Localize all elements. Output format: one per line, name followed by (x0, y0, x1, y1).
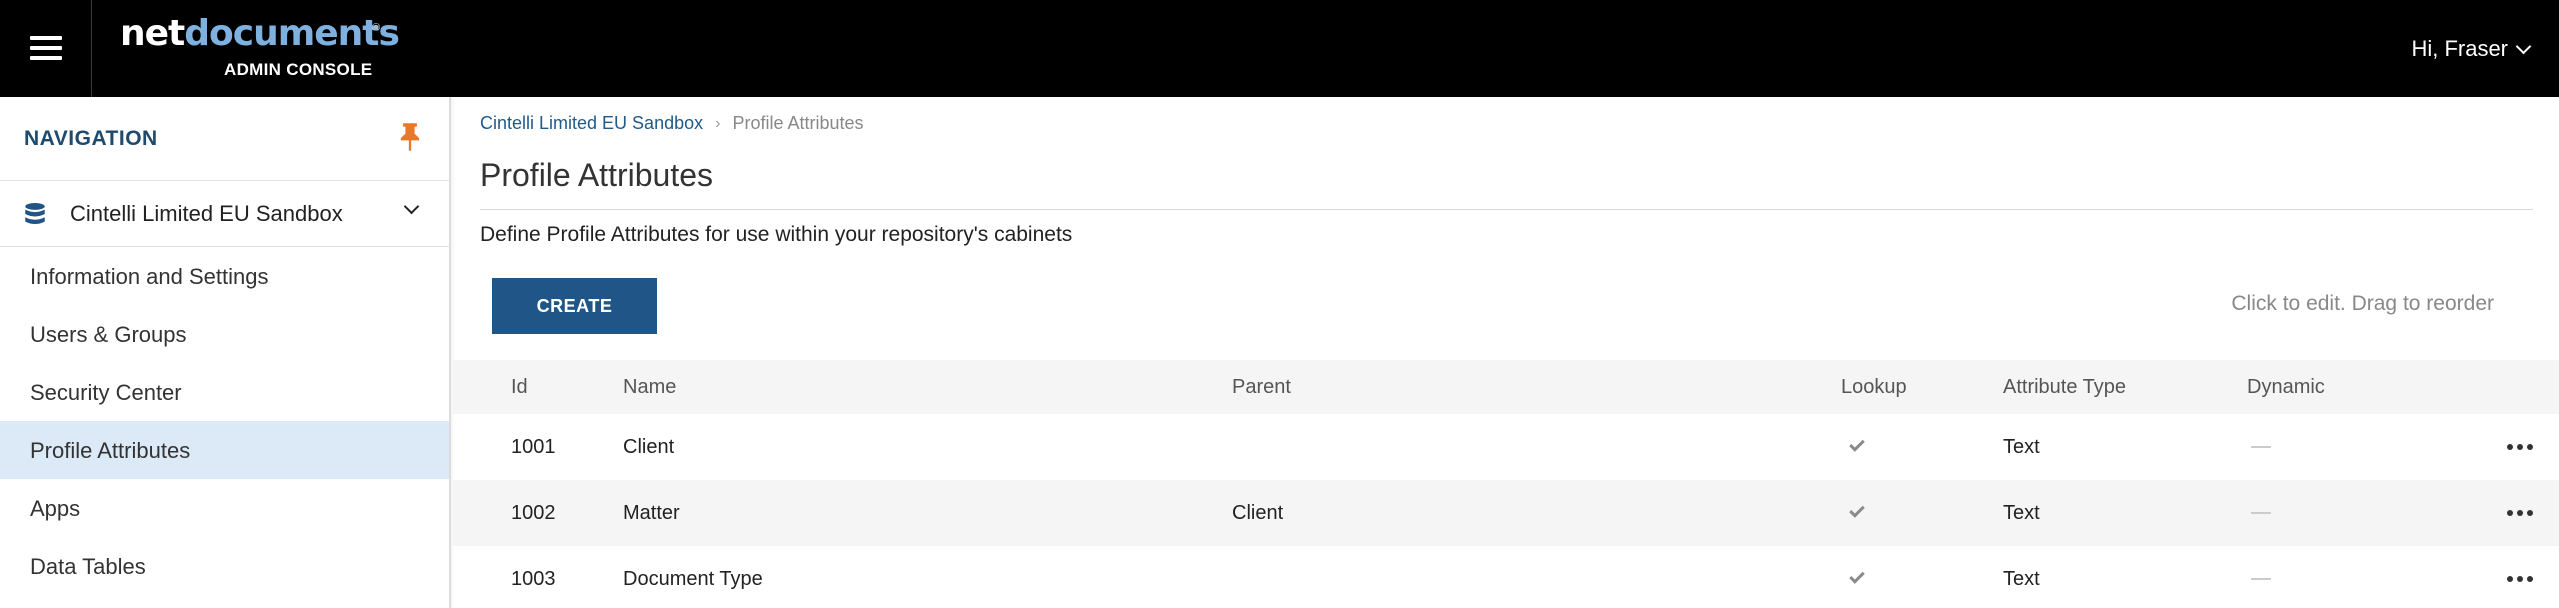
table-row[interactable]: 1003 Document Type Text (453, 546, 2559, 608)
navigation-title: NAVIGATION (24, 127, 158, 150)
page-description: Define Profile Attributes for use within… (480, 223, 1073, 246)
more-horizontal-icon[interactable] (2501, 504, 2539, 522)
user-menu[interactable]: Hi, Fraser (2411, 36, 2532, 62)
column-header-name[interactable]: Name (623, 360, 676, 414)
check-icon (1849, 436, 1865, 452)
row-actions (2501, 414, 2539, 480)
more-horizontal-icon[interactable] (2501, 438, 2539, 456)
logo-registered-mark: ® (372, 22, 381, 34)
sidebar-item-label: Data Tables (30, 554, 146, 579)
table-row[interactable]: 1002 Matter Client Text (453, 480, 2559, 546)
sidebar-item-users-groups[interactable]: Users & Groups (0, 305, 449, 363)
logo-text-net: net (120, 13, 185, 54)
sidebar-item-profile-attributes[interactable]: Profile Attributes (0, 421, 449, 479)
row-actions (2501, 546, 2539, 608)
row-actions (2501, 480, 2539, 546)
create-button[interactable]: CREATE (492, 278, 657, 334)
cell-id: 1002 (511, 501, 556, 524)
table-hint: Click to edit. Drag to reorder (2231, 292, 2494, 315)
breadcrumb-separator: › (715, 114, 721, 132)
sidebar-item-label: Information and Settings (30, 264, 269, 289)
main-content: Cintelli Limited EU Sandbox › Profile At… (453, 97, 2559, 608)
cell-dynamic (2247, 546, 2271, 608)
column-header-dynamic[interactable]: Dynamic (2247, 360, 2325, 414)
logo-text-documents: documents (184, 13, 400, 54)
database-icon (25, 202, 45, 225)
cell-lookup (1841, 414, 1865, 480)
column-header-lookup[interactable]: Lookup (1841, 360, 1907, 414)
column-header-parent[interactable]: Parent (1232, 360, 1291, 414)
cell-attribute-type: Text (2003, 501, 2040, 524)
title-divider (480, 209, 2533, 210)
profile-attributes-table: Id Name Parent Lookup Attribute Type Dyn… (453, 360, 2559, 608)
top-bar: netdocuments ® ADMIN CONSOLE Hi, Fraser (0, 0, 2559, 97)
breadcrumb-root-link[interactable]: Cintelli Limited EU Sandbox (480, 113, 703, 134)
check-icon (1849, 568, 1865, 584)
cell-attribute-type: Text (2003, 567, 2040, 590)
repository-selector[interactable]: Cintelli Limited EU Sandbox (0, 181, 449, 247)
user-greeting: Hi, Fraser (2411, 36, 2508, 61)
dash-icon (2251, 512, 2271, 514)
sidebar-item-label: Profile Attributes (30, 438, 191, 463)
sidebar-item-data-tables[interactable]: Data Tables (0, 537, 449, 595)
table-header-row: Id Name Parent Lookup Attribute Type Dyn… (453, 360, 2559, 414)
column-header-id[interactable]: Id (511, 360, 528, 414)
pin-icon[interactable] (396, 121, 424, 153)
dash-icon (2251, 446, 2271, 448)
navigation-sidebar: NAVIGATION Cintelli Limited EU Sandbox I… (0, 97, 451, 608)
cell-name: Matter (623, 501, 680, 524)
sidebar-item-label: Users & Groups (30, 322, 187, 347)
more-horizontal-icon[interactable] (2501, 570, 2539, 588)
chevron-down-icon (403, 198, 420, 215)
cell-dynamic (2247, 480, 2271, 546)
cell-id: 1001 (511, 435, 556, 458)
sidebar-item-label: Security Center (30, 380, 182, 405)
column-header-attribute-type[interactable]: Attribute Type (2003, 360, 2126, 414)
cell-attribute-type: Text (2003, 435, 2040, 458)
repository-name: Cintelli Limited EU Sandbox (70, 201, 343, 226)
breadcrumb: Cintelli Limited EU Sandbox › Profile At… (480, 113, 864, 134)
cell-parent: Client (1232, 501, 1284, 524)
sidebar-item-security-center[interactable]: Security Center (0, 363, 449, 421)
sidebar-item-information-and-settings[interactable]: Information and Settings (0, 247, 449, 305)
breadcrumb-current: Profile Attributes (732, 113, 864, 133)
table-row[interactable]: 1001 Client Text (453, 414, 2559, 480)
netdocuments-logo[interactable]: netdocuments ® ADMIN CONSOLE (120, 14, 400, 84)
dash-icon (2251, 578, 2271, 580)
chevron-down-icon (2515, 38, 2532, 54)
navigation-header: NAVIGATION (0, 97, 449, 181)
hamburger-menu-button[interactable] (0, 0, 92, 97)
cell-lookup (1841, 546, 1865, 608)
check-icon (1849, 502, 1865, 518)
cell-id: 1003 (511, 567, 556, 590)
logo-subtitle: ADMIN CONSOLE (224, 60, 373, 79)
cell-dynamic (2247, 414, 2271, 480)
cell-name: Document Type (623, 567, 763, 590)
hamburger-icon (30, 36, 62, 40)
page-title: Profile Attributes (480, 157, 713, 193)
cell-lookup (1841, 480, 1865, 546)
sidebar-item-label: Apps (30, 496, 81, 521)
sidebar-item-apps[interactable]: Apps (0, 479, 449, 537)
cell-name: Client (623, 435, 675, 458)
